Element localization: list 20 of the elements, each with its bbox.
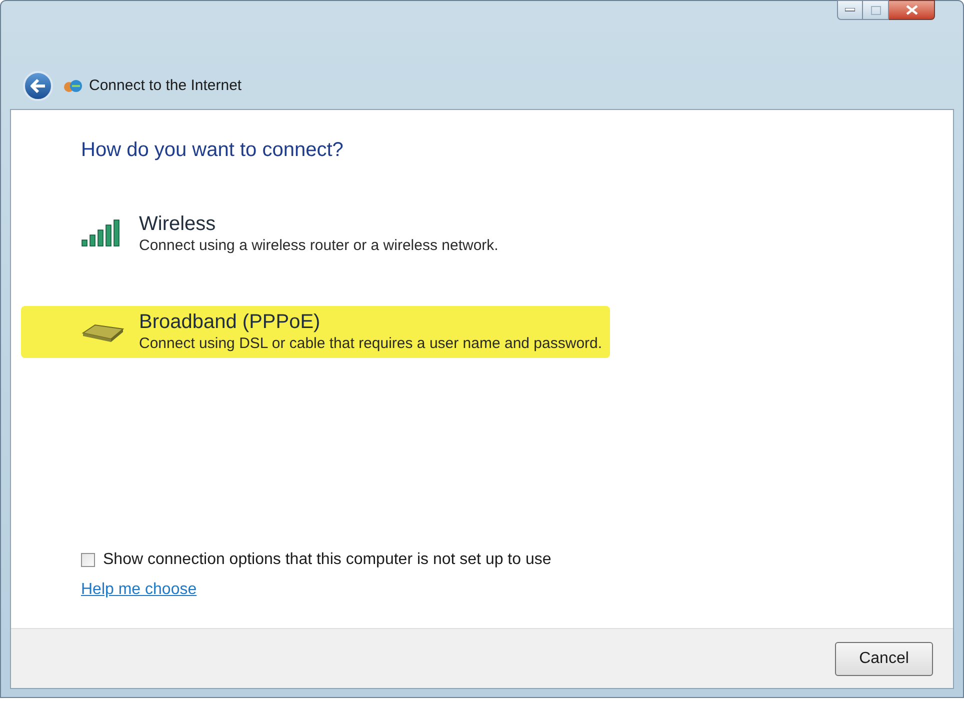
minimize-button[interactable] [837,0,863,20]
window-title: Connect to the Internet [89,76,242,96]
back-arrow-icon [30,79,46,93]
option-description: Connect using DSL or cable that requires a user name and password. [139,334,602,354]
maximize-button[interactable] [863,0,889,20]
checkbox[interactable] [81,553,95,567]
option-description: Connect using a wireless router or a wireless network. [139,236,498,256]
highlighted-option[interactable]: Broadband (PPPoE) Connect using DSL or cable that requires a user name and password. [21,306,610,358]
checkbox-label: Show connection options that this computer is not set up to use [103,550,552,570]
page-heading: How do you want to connect? [81,140,344,160]
back-button[interactable] [23,71,53,101]
close-button[interactable] [889,0,935,20]
connection-option[interactable]: Wireless Connect using a wireless router or a wireless network. [21,208,506,260]
help-link[interactable]: Help me choose [81,578,197,602]
option-title: Wireless [139,212,217,236]
minimize-icon [845,8,855,12]
maximize-icon [870,6,880,14]
close-icon [906,5,918,15]
cancel-button[interactable]: Cancel [835,642,933,676]
option-title: Broadband (PPPoE) [139,310,322,334]
